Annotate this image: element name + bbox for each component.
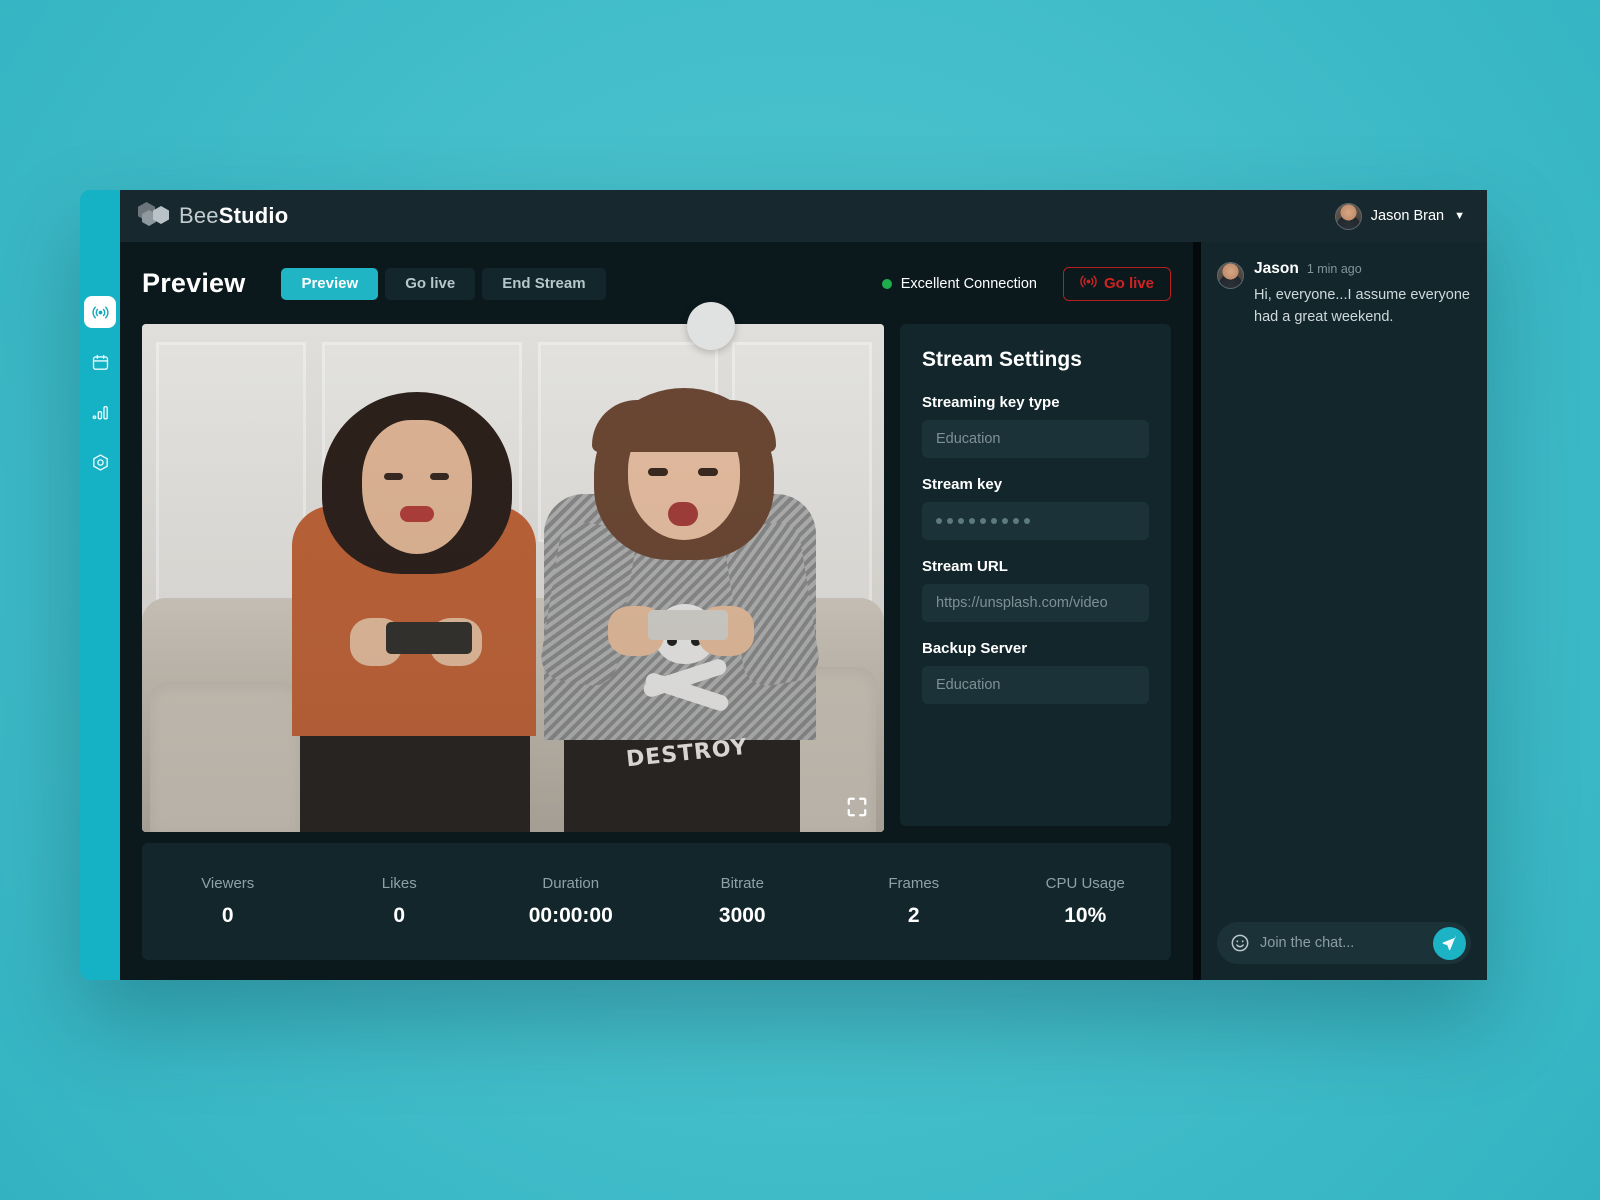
streaming-key-type-input[interactable]: Education [922,419,1149,458]
field-stream-key: Stream key [922,476,1149,540]
sidebar-item-schedule[interactable] [84,346,116,378]
field-label: Stream key [922,475,1003,493]
backup-server-input[interactable]: Education [922,665,1149,704]
stat-likes: Likes 0 [314,875,486,928]
sidebar-item-settings[interactable] [84,446,116,478]
fullscreen-expand-icon[interactable] [846,796,868,818]
chat-input[interactable]: Join the chat... [1260,935,1423,951]
brand-name-thin: Bee [179,203,219,228]
bar-chart-icon [91,403,110,422]
hexagon-bee-logo [138,201,170,231]
chat-timestamp: 1 min ago [1306,262,1362,276]
body-split: Preview Preview Go live End Stream Excel… [120,242,1487,980]
app-shell: BeeStudio Jason Bran ▼ Preview Preview G… [120,190,1487,980]
field-label: Streaming key type [922,393,1060,411]
chat-spacer [1217,329,1471,923]
stat-label: CPU Usage [1045,875,1125,893]
stat-bitrate: Bitrate 3000 [657,875,829,928]
stat-value: 00:00:00 [528,904,613,928]
brand-logo[interactable]: BeeStudio [138,201,288,231]
stat-cpu-usage: CPU Usage 10% [1000,875,1172,928]
app-window: BeeStudio Jason Bran ▼ Preview Preview G… [80,190,1487,980]
sidebar-item-analytics[interactable] [84,396,116,428]
avatar [1334,202,1362,230]
stream-stats-bar: Viewers 0 Likes 0 Duration 00:00:00 Bitr… [142,843,1171,960]
brand-name-bold: Studio [218,203,289,228]
avatar [1217,262,1244,289]
stat-label: Viewers [201,875,255,893]
connection-status: Excellent Connection [881,275,1037,292]
stat-value: 0 [393,904,406,928]
stream-settings-panel: Stream Settings Streaming key type Educa… [900,323,1171,827]
chat-author: Jason [1254,260,1299,277]
stat-value: 3000 [718,904,766,928]
broadcast-icon [91,303,110,322]
sidebar-item-live[interactable] [84,296,116,328]
page-header: Preview Preview Go live End Stream Excel… [142,264,1171,304]
send-paper-plane-icon[interactable] [1433,926,1466,960]
field-label: Stream URL [922,557,1008,575]
stream-key-input[interactable] [922,501,1149,540]
sidebar [80,190,120,980]
field-streaming-key-type: Streaming key type Education [922,394,1149,458]
stage: DESTROY [142,301,1171,832]
chevron-down-icon[interactable]: ▼ [1454,210,1465,222]
status-dot-icon [881,278,892,289]
tab-preview[interactable]: Preview [281,267,379,300]
stat-viewers: Viewers 0 [142,875,314,928]
tab-go-live[interactable]: Go live [385,267,476,300]
chat-panel: Jason 1 min ago Hi, everyone...I assume … [1201,242,1487,980]
field-stream-url: Stream URL https://unsplash.com/video [922,558,1149,622]
stat-label: Frames [888,875,940,893]
field-label: Backup Server [922,639,1028,657]
view-tabs: Preview Go live End Stream [281,267,606,300]
stream-settings-title: Stream Settings [922,347,1082,371]
stream-url-input[interactable]: https://unsplash.com/video [922,583,1149,622]
video-overlay [142,323,884,832]
video-preview[interactable]: DESTROY [142,301,884,832]
calendar-icon [91,353,110,372]
top-bar: BeeStudio Jason Bran ▼ [120,190,1487,242]
stat-duration: Duration 00:00:00 [485,875,657,928]
stat-value: 0 [221,904,234,928]
brand-text: BeeStudio [179,203,288,229]
header-right: Excellent Connection Go live [881,266,1171,301]
chat-message-text: Hi, everyone...I assume everyone had a g… [1254,287,1470,325]
chat-message-body: Jason 1 min ago Hi, everyone...I assume … [1254,260,1471,329]
user-name: Jason Bran [1370,208,1445,224]
go-live-button-label: Go live [1103,275,1154,293]
broadcast-icon [1080,273,1097,294]
stat-value: 2 [907,904,920,928]
smiley-icon[interactable] [1230,933,1250,953]
chat-message-header: Jason 1 min ago [1254,260,1471,278]
main-content: Preview Preview Go live End Stream Excel… [120,242,1201,980]
stat-value: 10% [1064,904,1107,928]
stat-label: Duration [542,875,600,893]
stat-label: Likes [381,875,417,893]
go-live-button[interactable]: Go live [1062,266,1171,301]
tab-end-stream[interactable]: End Stream [482,267,606,300]
stat-frames: Frames 2 [828,875,1000,928]
user-menu[interactable]: Jason Bran ▼ [1334,202,1465,230]
page-title: Preview [142,268,246,299]
drag-handle-circle[interactable] [687,301,735,350]
stat-label: Bitrate [720,875,764,893]
video-frame: DESTROY [142,323,884,832]
connection-label: Excellent Connection [900,275,1037,292]
masked-value [936,517,1030,524]
settings-hexagon-icon [91,453,110,472]
chat-input-bar[interactable]: Join the chat... [1217,922,1471,964]
chat-message: Jason 1 min ago Hi, everyone...I assume … [1217,260,1471,329]
field-backup-server: Backup Server Education [922,640,1149,704]
